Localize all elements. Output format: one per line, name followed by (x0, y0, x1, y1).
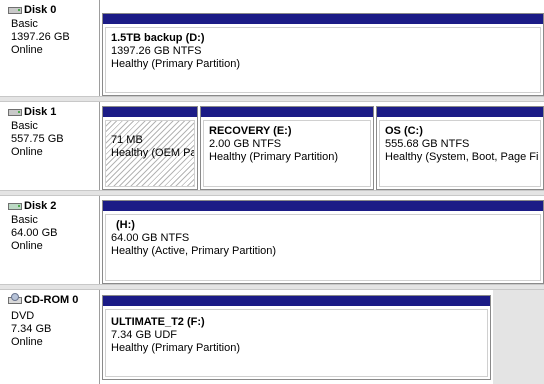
partition-status: Healthy (Primary Partition) (209, 151, 338, 163)
partition-status: Healthy (Active, Primary Partition) (111, 245, 277, 257)
partition-label: RECOVERY (E:) (209, 125, 292, 137)
partition-e[interactable]: RECOVERY (E:) 2.00 GB NTFS Healthy (Prim… (200, 106, 374, 190)
disk-type: Basic (11, 120, 38, 132)
disk-name: CD-ROM 0 (24, 294, 79, 306)
disk-status: Online (11, 146, 43, 158)
disk-info-1[interactable]: Disk 1 Basic 557.75 GB Online (0, 102, 100, 190)
disk-type: DVD (11, 310, 35, 322)
disk-info-2[interactable]: Disk 2 Basic 64.00 GB Online (0, 196, 100, 284)
cdrom-row-0: CD-ROM 0 DVD 7.34 GB Online ULTIMATE_T2 … (0, 290, 544, 384)
disk-size: 1397.26 GB (11, 31, 70, 43)
disk-row-2: Disk 2 Basic 64.00 GB Online (H:) 64.00 … (0, 196, 544, 284)
partition-status: Healthy (OEM Pa (111, 147, 195, 159)
disk-row-0: Disk 0 Basic 1397.26 GB Online 1.5TB bac… (0, 0, 544, 96)
disk-size: 64.00 GB (11, 227, 58, 239)
partition-bar (103, 296, 490, 306)
partition-status: Healthy (Primary Partition) (111, 342, 240, 354)
partition-size: 71 MB (111, 134, 143, 146)
partition-oem[interactable]: 71 MB Healthy (OEM Pa (102, 106, 198, 190)
disk-name: Disk 2 (24, 200, 57, 212)
disk-status: Online (11, 336, 43, 348)
partition-size: 555.68 GB NTFS (385, 138, 470, 150)
disk-info-0[interactable]: Disk 0 Basic 1397.26 GB Online (0, 0, 100, 96)
partition-bar (377, 107, 543, 117)
partition-bar (103, 107, 197, 117)
partition-size: 64.00 GB NTFS (111, 232, 190, 244)
disk-icon (8, 6, 22, 15)
disk-size: 7.34 GB (11, 323, 52, 335)
partition-label: ULTIMATE_T2 (F:) (111, 316, 205, 328)
partition-h[interactable]: (H:) 64.00 GB NTFS Healthy (Active, Prim… (102, 200, 544, 284)
partition-bar (103, 14, 543, 24)
disk-type: Basic (11, 214, 38, 226)
partition-label: 1.5TB backup (D:) (111, 32, 205, 44)
partition-status: Healthy (Primary Partition) (111, 58, 240, 70)
disk-name: Disk 0 (24, 4, 57, 16)
partition-label: OS (C:) (385, 125, 423, 137)
disk-icon (8, 108, 22, 117)
partition-d[interactable]: 1.5TB backup (D:) 1397.26 GB NTFS Health… (102, 13, 544, 96)
disk-status: Online (11, 44, 43, 56)
disk-info-cdrom[interactable]: CD-ROM 0 DVD 7.34 GB Online (0, 290, 100, 384)
partition-size: 7.34 GB UDF (111, 329, 178, 341)
disk-status: Online (11, 240, 43, 252)
partition-c[interactable]: OS (C:) 555.68 GB NTFS Healthy (System, … (376, 106, 544, 190)
disk-size: 557.75 GB (11, 133, 64, 145)
partition-size: 2.00 GB NTFS (209, 138, 282, 150)
disk-icon (8, 202, 22, 211)
partition-size: 1397.26 GB NTFS (111, 45, 202, 57)
unallocated-area (493, 290, 544, 384)
disk-row-1: Disk 1 Basic 557.75 GB Online 71 MB Heal… (0, 102, 544, 190)
partition-bar (201, 107, 373, 117)
partition-label: (H:) (116, 219, 135, 231)
partition-bar (103, 201, 543, 211)
partition-f[interactable]: ULTIMATE_T2 (F:) 7.34 GB UDF Healthy (Pr… (102, 295, 491, 380)
disk-type: Basic (11, 18, 38, 30)
partition-status: Healthy (System, Boot, Page Fi (385, 151, 539, 163)
cd-drive-icon (8, 292, 22, 305)
disk-name: Disk 1 (24, 106, 57, 118)
